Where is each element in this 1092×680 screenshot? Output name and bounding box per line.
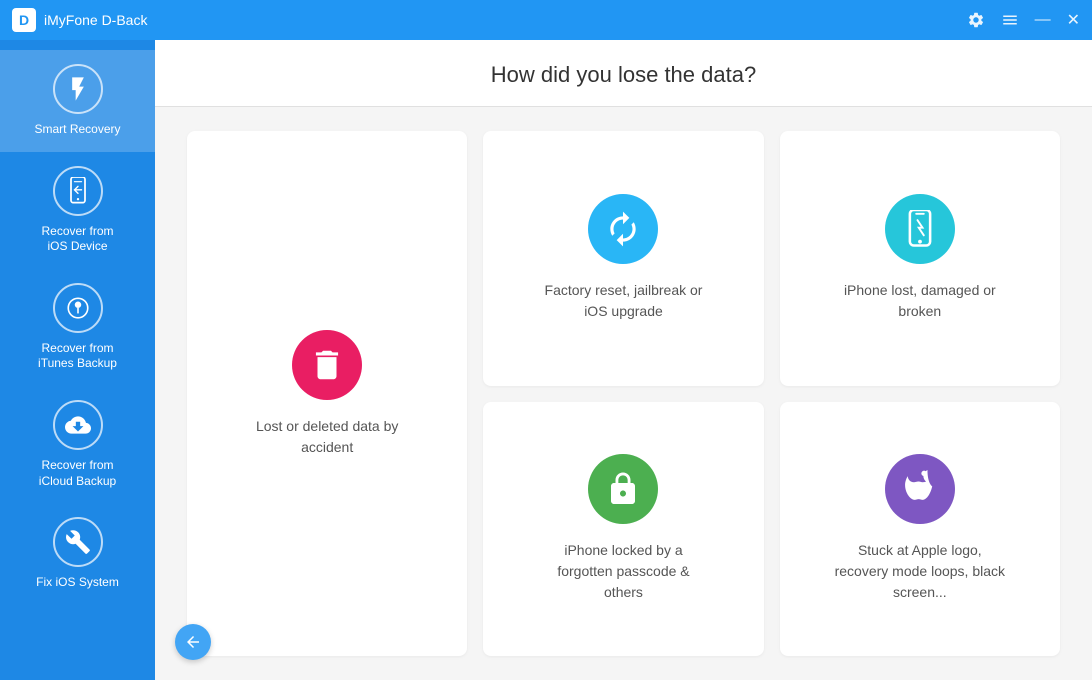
card-label-factory-reset: Factory reset, jailbreak oriOS upgrade — [545, 280, 703, 322]
iphone-locked-icon — [588, 454, 658, 524]
sidebar-label-recover-ios: Recover fromiOS Device — [41, 224, 113, 255]
sidebar-label-recover-itunes: Recover fromiTunes Backup — [38, 341, 117, 372]
content-area: How did you lose the data? Lost or delet… — [155, 40, 1092, 680]
iphone-lost-icon — [885, 194, 955, 264]
sidebar-label-recover-icloud: Recover fromiCloud Backup — [39, 458, 116, 489]
card-iphone-lost[interactable]: iPhone lost, damaged orbroken — [780, 131, 1060, 386]
card-label-stuck-apple: Stuck at Apple logo,recovery mode loops,… — [835, 540, 1005, 603]
card-label-iphone-lost: iPhone lost, damaged orbroken — [844, 280, 996, 322]
recover-itunes-icon — [53, 283, 103, 333]
stuck-apple-icon — [885, 454, 955, 524]
sidebar-item-smart-recovery[interactable]: Smart Recovery — [0, 50, 155, 152]
minimize-icon[interactable]: — — [1035, 11, 1051, 29]
titlebar: D iMyFone D-Back — ✕ — [0, 0, 1092, 40]
fix-ios-icon — [53, 517, 103, 567]
sidebar-label-smart-recovery: Smart Recovery — [34, 122, 120, 138]
card-lost-deleted[interactable]: Lost or deleted data byaccident — [187, 131, 467, 656]
app-title: iMyFone D-Back — [44, 12, 967, 28]
card-stuck-apple[interactable]: Stuck at Apple logo,recovery mode loops,… — [780, 402, 1060, 657]
sidebar-label-fix-ios: Fix iOS System — [36, 575, 119, 591]
card-label-lost-deleted: Lost or deleted data byaccident — [256, 416, 398, 458]
card-iphone-locked[interactable]: iPhone locked by aforgotten passcode &ot… — [483, 402, 763, 657]
lost-deleted-icon — [292, 330, 362, 400]
sidebar-item-fix-ios[interactable]: Fix iOS System — [0, 503, 155, 605]
app-body: Smart Recovery Recover fromiOS Device — [0, 40, 1092, 680]
close-icon[interactable]: ✕ — [1067, 10, 1080, 30]
page-title: How did you lose the data? — [155, 62, 1092, 88]
content-header: How did you lose the data? — [155, 40, 1092, 107]
app-logo: D — [12, 8, 36, 32]
settings-icon[interactable] — [967, 11, 985, 29]
factory-reset-icon — [588, 194, 658, 264]
sidebar-item-recover-ios[interactable]: Recover fromiOS Device — [0, 152, 155, 269]
sidebar: Smart Recovery Recover fromiOS Device — [0, 40, 155, 680]
card-factory-reset[interactable]: Factory reset, jailbreak oriOS upgrade — [483, 131, 763, 386]
recover-icloud-icon — [53, 400, 103, 450]
menu-icon[interactable] — [1001, 11, 1019, 29]
recover-ios-icon — [53, 166, 103, 216]
back-button[interactable] — [175, 624, 211, 660]
sidebar-item-recover-itunes[interactable]: Recover fromiTunes Backup — [0, 269, 155, 386]
cards-grid: Lost or deleted data byaccident Factory … — [155, 107, 1092, 680]
card-label-iphone-locked: iPhone locked by aforgotten passcode &ot… — [557, 540, 689, 603]
window-controls: — ✕ — [967, 10, 1080, 30]
smart-recovery-icon — [53, 64, 103, 114]
sidebar-item-recover-icloud[interactable]: Recover fromiCloud Backup — [0, 386, 155, 503]
